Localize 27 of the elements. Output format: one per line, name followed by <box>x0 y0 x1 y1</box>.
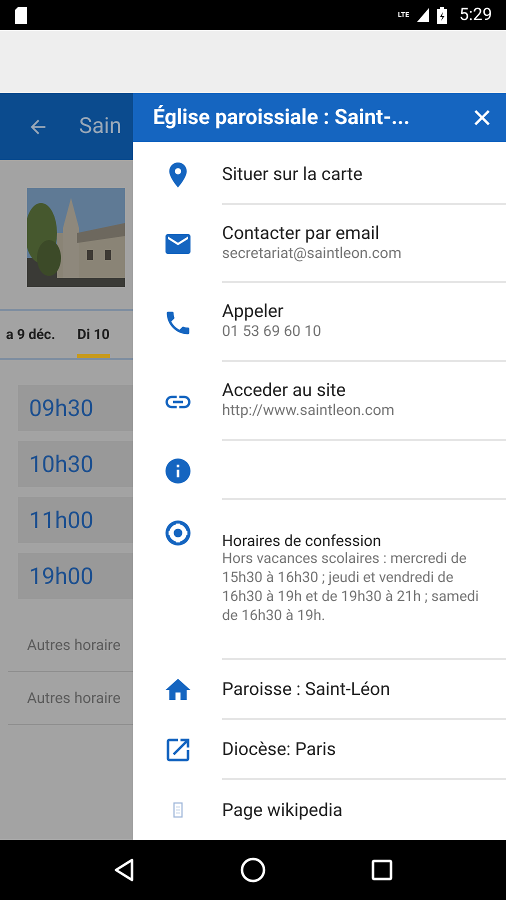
item-detail: 01 53 69 60 10 <box>222 322 322 342</box>
sd-card-icon <box>14 6 28 24</box>
status-time: 5:29 <box>459 5 492 25</box>
back-icon[interactable] <box>112 858 135 882</box>
drawer-title: Église paroissiale : Saint-... <box>153 106 410 130</box>
item-detail: http://www.saintleon.com <box>222 401 396 421</box>
page-title: Sain <box>79 114 122 139</box>
home-circle-icon[interactable] <box>240 857 266 883</box>
item-title[interactable]: Acceder au site <box>222 380 486 402</box>
item-title[interactable]: Page wikipedia <box>222 800 486 820</box>
item-title[interactable]: Contacter par email <box>222 222 486 244</box>
close-button[interactable]: × <box>472 100 492 135</box>
item-title[interactable]: Paroisse : Saint-Léon <box>222 678 486 700</box>
item-detail: secretariat@saintleon.com <box>222 244 402 264</box>
date-tab[interactable]: a 9 déc. <box>6 311 56 358</box>
battery-icon <box>437 6 448 24</box>
item-title[interactable]: Diocèse: Paris <box>222 738 486 760</box>
date-tab[interactable]: Di 10 <box>77 311 110 358</box>
item-title[interactable]: Horaires de confession <box>222 532 486 550</box>
recents-icon[interactable] <box>371 859 394 881</box>
item-title[interactable]: Situer sur la carte <box>222 164 486 184</box>
info-icon <box>162 456 192 486</box>
lifebuoy-icon <box>162 518 192 548</box>
signal-icon <box>417 8 430 22</box>
item-description: Hors vacances scolaires : mercredi de 15h30 à 16h30 ; jeudi et vendredi de 16h30 à 19h et de 19h30 à 21h ; samedi de 16h30 à 19h. <box>222 550 480 626</box>
broken-image-icon <box>172 802 182 818</box>
item-title[interactable]: Appeler <box>222 301 486 322</box>
